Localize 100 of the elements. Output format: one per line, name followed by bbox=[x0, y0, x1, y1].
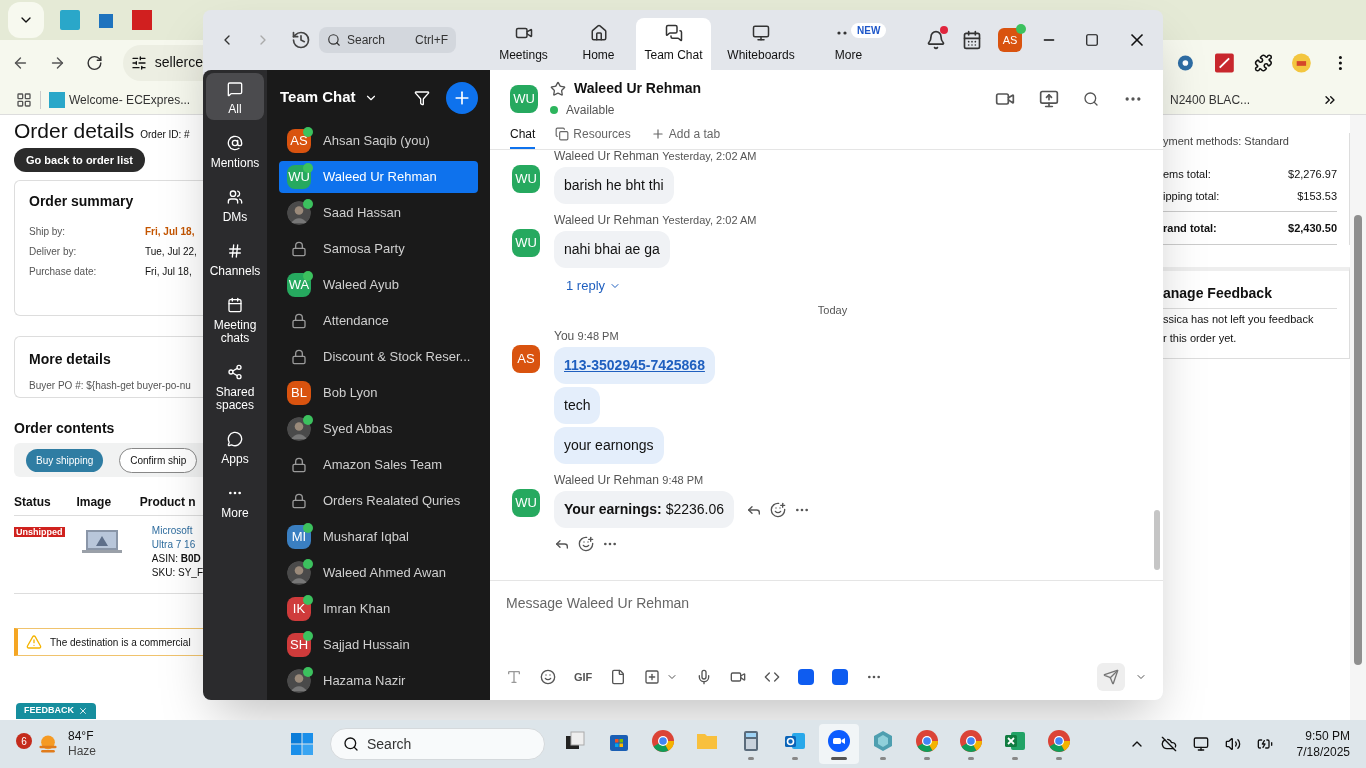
chat-name: Waleed Ur Rehman bbox=[574, 79, 702, 98]
feedback-tab[interactable]: FEEDBACK bbox=[16, 702, 96, 719]
rail-item[interactable]: More bbox=[206, 477, 264, 524]
clock-time[interactable]: 9:50 PM bbox=[1296, 728, 1350, 744]
chrome-icon[interactable] bbox=[1047, 728, 1071, 753]
reaction-icon[interactable] bbox=[770, 501, 787, 518]
feedback-text: ssica has not left you feedback bbox=[1163, 312, 1315, 327]
contact-item[interactable]: WA Waleed Ayub bbox=[279, 269, 478, 301]
at-sign-icon bbox=[227, 135, 243, 151]
app-icon[interactable] bbox=[798, 669, 815, 685]
chat-bubbles-icon bbox=[664, 24, 683, 42]
bookmark-link[interactable]: N2400 BLAC... bbox=[1170, 90, 1251, 109]
message-field[interactable]: Message Waleed Ur Rehman bbox=[506, 593, 1147, 614]
action-button[interactable]: Confirm ship bbox=[119, 447, 198, 473]
zoom-app-icon[interactable] bbox=[827, 728, 851, 753]
contact-item[interactable]: BL Bob Lyon bbox=[279, 377, 478, 409]
product-link[interactable]: Ultra 7 16 bbox=[151, 538, 203, 552]
apps-icon[interactable] bbox=[16, 91, 32, 108]
status-text: Available bbox=[566, 102, 615, 119]
extensions-icon[interactable] bbox=[1253, 52, 1273, 73]
contact-item[interactable]: Saad Hassan bbox=[279, 197, 478, 229]
filter-icon[interactable] bbox=[414, 89, 430, 106]
history-icon[interactable] bbox=[291, 30, 311, 50]
format-icon[interactable] bbox=[506, 669, 522, 685]
new-chat-button[interactable] bbox=[446, 81, 478, 114]
message-time: Yesterday, 2:02 AM bbox=[662, 214, 757, 226]
profile-icon[interactable] bbox=[1292, 52, 1312, 73]
contact-item[interactable]: IK Imran Khan bbox=[279, 593, 478, 625]
contact-item[interactable]: Samosa Party bbox=[279, 233, 478, 265]
feedback-text: r this order yet. bbox=[1163, 330, 1238, 346]
chat-tab[interactable]: Chat bbox=[510, 125, 536, 149]
nav-tab[interactable]: Whiteboards bbox=[711, 18, 811, 70]
more-icon bbox=[836, 31, 847, 35]
nav-tab[interactable]: Home bbox=[561, 18, 636, 70]
calendar-icon[interactable] bbox=[962, 30, 982, 50]
chrome-icon[interactable] bbox=[915, 728, 939, 753]
extension-icon[interactable] bbox=[1214, 52, 1234, 73]
rail-item[interactable]: DMs bbox=[206, 181, 264, 228]
contact-item[interactable]: Orders Realated Quries bbox=[279, 485, 478, 517]
battery-icon[interactable] bbox=[1256, 736, 1273, 752]
search-icon bbox=[343, 736, 359, 752]
emoji-icon[interactable] bbox=[540, 669, 556, 685]
rail-item[interactable]: Channels bbox=[206, 235, 264, 282]
contact-item[interactable]: Attendance bbox=[279, 305, 478, 337]
start-icon[interactable] bbox=[290, 732, 314, 756]
contact-item[interactable]: Waleed Ahmed Awan bbox=[279, 557, 478, 589]
code-icon[interactable] bbox=[764, 669, 781, 685]
action-button[interactable]: Buy shipping bbox=[26, 448, 104, 472]
chrome-icon[interactable] bbox=[651, 728, 675, 753]
network-icon[interactable] bbox=[1192, 736, 1209, 752]
contact-item[interactable]: Amazon Sales Team bbox=[279, 449, 478, 481]
reaction-icon[interactable] bbox=[578, 536, 594, 552]
maximize-icon[interactable] bbox=[1085, 33, 1099, 47]
rail-item[interactable]: Shared spaces bbox=[206, 356, 264, 416]
rail-item[interactable]: Mentions bbox=[206, 127, 264, 174]
avatar: BL bbox=[287, 381, 311, 405]
contact-item[interactable]: Syed Abbas bbox=[279, 413, 478, 445]
search-icon[interactable] bbox=[1083, 90, 1099, 107]
lock-icon bbox=[291, 313, 307, 329]
profile-avatar[interactable]: AS bbox=[998, 28, 1022, 52]
order-link[interactable]: 113-3502945-7425868 bbox=[564, 355, 705, 376]
chrome-icon[interactable] bbox=[959, 728, 983, 753]
contact-item[interactable]: WU Waleed Ur Rehman bbox=[279, 161, 478, 193]
column-header: Product n bbox=[139, 494, 197, 511]
contact-item[interactable]: AS Ahsan Saqib (you) bbox=[279, 125, 478, 157]
search-field[interactable]: Search Ctrl+F bbox=[319, 27, 456, 53]
avatar: WA bbox=[287, 273, 311, 297]
product-link[interactable]: Microsoft bbox=[151, 524, 203, 538]
gif-button[interactable]: GIF bbox=[574, 668, 593, 686]
star-icon[interactable] bbox=[550, 80, 566, 97]
calendar-icon bbox=[227, 297, 243, 313]
bookmark-link[interactable]: Welcome- ECExpres... bbox=[69, 90, 191, 109]
back-to-list-button[interactable]: Go back to order list bbox=[14, 147, 145, 172]
app-icon[interactable] bbox=[832, 669, 849, 685]
contact-item[interactable]: Discount & Stock Reser... bbox=[279, 341, 478, 373]
notifications-icon[interactable] bbox=[926, 30, 946, 50]
address-bar[interactable]: sellerce bbox=[122, 44, 203, 81]
nav-tab[interactable]: Team Chat bbox=[636, 18, 711, 70]
nav-tab[interactable]: NEW More bbox=[811, 18, 886, 70]
contact-item[interactable]: MI Musharaf Iqbal bbox=[279, 521, 478, 553]
video-icon[interactable] bbox=[730, 669, 747, 685]
replies-link[interactable]: 1 reply bbox=[566, 276, 757, 296]
rail-item[interactable]: Meeting chats bbox=[206, 289, 264, 349]
volume-icon[interactable] bbox=[1224, 736, 1241, 752]
chat-tab[interactable]: Add a tab bbox=[650, 125, 721, 149]
file-icon[interactable] bbox=[610, 669, 627, 685]
site-info-icon[interactable] bbox=[130, 54, 147, 71]
send-button[interactable] bbox=[1097, 663, 1125, 691]
extension-icon[interactable] bbox=[1176, 52, 1195, 73]
taskbar-search[interactable]: Search bbox=[330, 728, 545, 760]
rail-item[interactable]: Apps bbox=[206, 423, 264, 470]
contact-item[interactable]: SH Sajjad Hussain bbox=[279, 629, 478, 661]
chat-tab[interactable]: Resources bbox=[555, 125, 631, 149]
rail-item[interactable]: All bbox=[206, 73, 264, 120]
cloud-icon[interactable] bbox=[1160, 736, 1177, 752]
screenshot-icon[interactable] bbox=[644, 669, 661, 685]
clock-date[interactable]: 7/18/2025 bbox=[1296, 744, 1350, 760]
share-screen-icon[interactable] bbox=[1039, 88, 1059, 109]
nav-tab[interactable]: Meetings bbox=[486, 18, 561, 70]
contact-item[interactable]: Hazama Nazir bbox=[279, 665, 478, 697]
